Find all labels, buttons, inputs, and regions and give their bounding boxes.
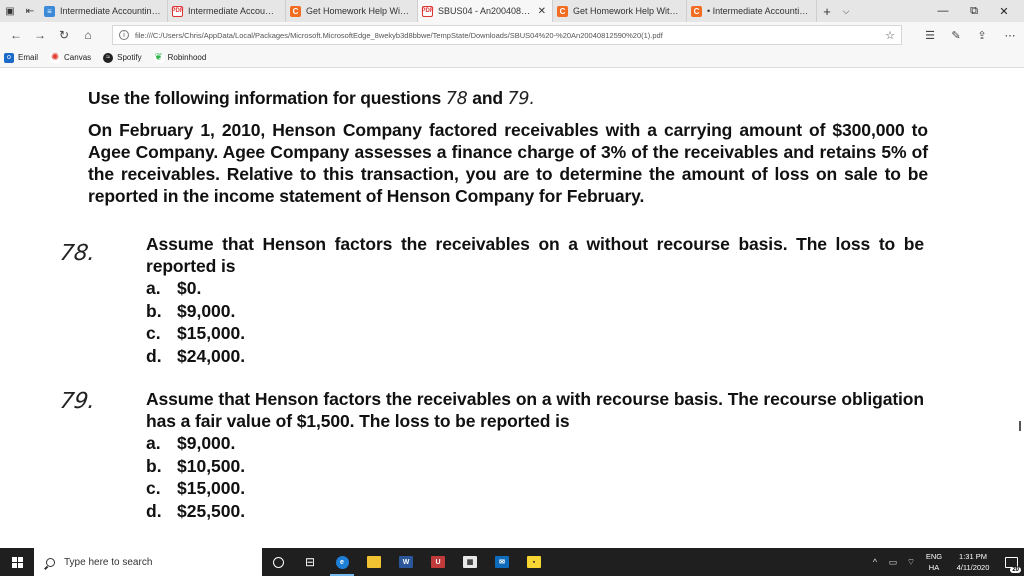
pdf-icon: PDF: [172, 5, 184, 17]
sticky-notes-icon[interactable]: ▪: [518, 548, 550, 576]
canvas-icon: ✺: [50, 52, 61, 63]
system-tray: ^ ▭ ⌔ ENG HA 1:31 PM 4/11/2020 20: [866, 548, 1024, 576]
option-78-d: d. $24,000.: [146, 345, 246, 366]
more-menu-icon[interactable]: ⋯: [998, 22, 1022, 48]
mail-icon[interactable]: ✉: [486, 548, 518, 576]
option-79-b: b. $10,500.: [146, 455, 246, 476]
mail-shield-icon[interactable]: U: [422, 548, 454, 576]
favorite-spotify[interactable]: ≈ Spotify: [103, 52, 142, 63]
robinhood-icon: ❦: [153, 52, 164, 63]
notification-count: 20: [1010, 567, 1021, 573]
scenario-paragraph: On February 1, 2010, Henson Company fact…: [88, 120, 928, 206]
close-tab-icon[interactable]: ✕: [538, 6, 546, 17]
favorites-list-icon[interactable]: ☰: [918, 22, 942, 48]
pdf-viewer[interactable]: Use the following information for questi…: [0, 69, 1024, 548]
start-button[interactable]: [0, 548, 34, 576]
option-78-c: c. $15,000.: [146, 323, 246, 343]
set-aside-tabs-icon[interactable]: ⇤: [20, 0, 40, 22]
handwritten-79: 79.: [507, 89, 535, 109]
tab-intermediate-accounting-1[interactable]: ≡ Intermediate Accounting | E: [40, 0, 168, 22]
chegg-icon: C: [691, 5, 702, 17]
intro-heading: Use the following information for questi…: [88, 88, 535, 109]
outlook-icon: o: [4, 52, 14, 63]
favorite-robinhood[interactable]: ❦ Robinhood: [153, 52, 206, 63]
favorite-email[interactable]: o Email: [4, 52, 38, 63]
url-text: file:///C:/Users/Chris/AppData/Local/Pac…: [135, 30, 663, 40]
scrollbar-thumb[interactable]: [1019, 421, 1021, 431]
network-icon[interactable]: ⌔: [902, 557, 920, 568]
language-indicator[interactable]: ENG HA: [920, 551, 948, 573]
option-79-d: d. $25,500.: [146, 500, 246, 521]
question-79-options: a. $9,000. b. $10,500. c. $15,000. d. $25,50…: [146, 432, 245, 522]
chevron-down-icon[interactable]: ⌵: [837, 0, 855, 22]
favorite-star-icon[interactable]: ☆: [885, 29, 895, 42]
question-78-options: a. $0. b. $9,000. c. $15,000. d. $24,000.: [146, 277, 245, 367]
favorites-bar: o Email ✺ Canvas ≈ Spotify ❦ Robinhood: [0, 48, 1024, 68]
taskbar: Type here to search ⊟ e W U ▦ ✉ ▪ ^ ▭ ⌔ …: [0, 548, 1024, 576]
word-icon[interactable]: W: [390, 548, 422, 576]
store-icon[interactable]: ▦: [454, 548, 486, 576]
favorite-canvas[interactable]: ✺ Canvas: [50, 52, 91, 63]
blue-page-icon: ≡: [44, 5, 55, 17]
home-icon[interactable]: ⌂: [76, 22, 100, 48]
option-79-c: c. $15,000.: [146, 478, 246, 498]
chevron-up-icon[interactable]: ^: [866, 557, 884, 567]
question-78-text: Assume that Henson factors the receivabl…: [146, 234, 924, 276]
pdf-icon: PDF: [422, 5, 434, 17]
tab-chegg-1[interactable]: C Get Homework Help With C: [286, 0, 418, 22]
search-icon: [46, 557, 55, 567]
pen-icon[interactable]: ✎: [944, 22, 968, 48]
tab-intermediate-accounting-3[interactable]: C • Intermediate Accounting |: [687, 0, 817, 22]
question-number-78: 78.: [58, 241, 97, 266]
cortana-icon[interactable]: [262, 548, 294, 576]
tab-chegg-2[interactable]: C Get Homework Help With C: [553, 0, 687, 22]
tab-sbus04-pdf[interactable]: PDF SBUS04 - An2004081259 ✕: [418, 0, 553, 22]
task-view-icon[interactable]: ⊟: [294, 548, 326, 576]
tab-bar: ▣ ⇤ ≡ Intermediate Accounting | E PDF In…: [0, 0, 1024, 22]
taskbar-search-box[interactable]: Type here to search: [34, 548, 262, 576]
forward-arrow-icon[interactable]: →: [28, 22, 52, 48]
notification-center-icon[interactable]: 20: [998, 548, 1024, 576]
question-79-text: Assume that Henson factors the receivabl…: [146, 389, 924, 431]
clock[interactable]: 1:31 PM 4/11/2020: [948, 551, 998, 573]
screen: ▣ ⇤ ≡ Intermediate Accounting | E PDF In…: [0, 0, 1024, 576]
close-window-button[interactable]: ✕: [984, 0, 1024, 22]
file-explorer-icon[interactable]: [358, 548, 390, 576]
battery-icon[interactable]: ▭: [884, 557, 902, 568]
refresh-icon[interactable]: ↻: [52, 22, 76, 48]
option-78-a: a. $0.: [146, 278, 202, 298]
info-icon[interactable]: i: [119, 30, 129, 40]
chegg-icon: C: [290, 5, 301, 17]
tab-preview-icon[interactable]: ▣: [0, 0, 20, 22]
new-tab-button[interactable]: +: [817, 0, 837, 22]
option-79-a: a. $9,000.: [146, 433, 236, 453]
windows-logo-icon: [11, 556, 23, 568]
tab-intermediate-accounting-2[interactable]: PDF Intermediate Accounting by: [168, 0, 286, 22]
spotify-icon: ≈: [103, 52, 114, 63]
question-number-79: 79.: [58, 389, 97, 414]
back-arrow-icon[interactable]: ←: [4, 22, 28, 48]
option-78-b: b. $9,000.: [146, 300, 236, 321]
edge-icon[interactable]: e: [326, 548, 358, 576]
address-bar[interactable]: i file:///C:/Users/Chris/AppData/Local/P…: [112, 25, 902, 45]
handwritten-78: 78: [445, 89, 468, 109]
share-icon[interactable]: ⇪: [970, 22, 994, 48]
chegg-icon: C: [557, 5, 568, 17]
